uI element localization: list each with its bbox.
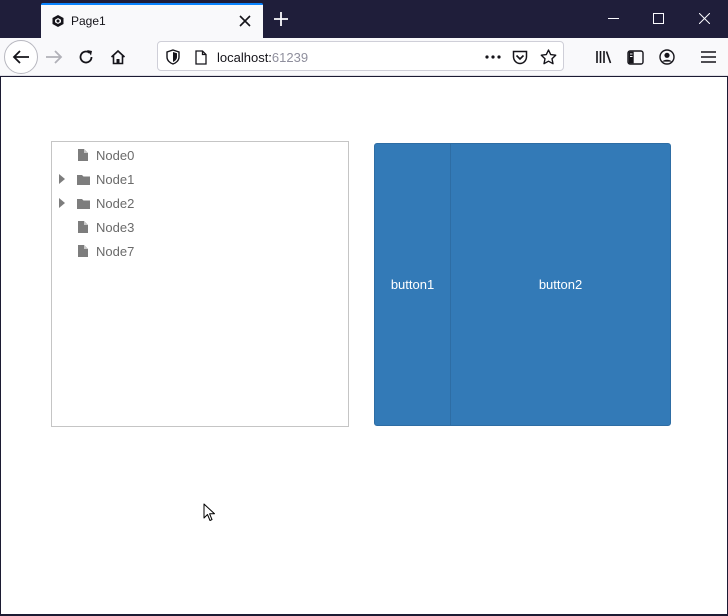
tab-strip: Page1 xyxy=(0,0,728,38)
tree-node-label: Node3 xyxy=(96,219,135,235)
tree-node-label: Node0 xyxy=(96,147,135,163)
button2[interactable]: button2 xyxy=(450,143,671,426)
page-info-icon[interactable] xyxy=(191,47,211,67)
file-icon xyxy=(76,148,90,162)
tracking-protection-shield-icon[interactable] xyxy=(163,47,183,67)
account-icon[interactable] xyxy=(651,41,683,73)
home-icon[interactable] xyxy=(102,41,134,73)
library-icon[interactable] xyxy=(588,41,620,73)
folder-icon xyxy=(76,172,90,186)
tree-view[interactable]: Node0 Node1 Node2 Node3 Node7 xyxy=(51,141,349,427)
tree-node-label: Node2 xyxy=(96,195,135,211)
close-tab-icon[interactable] xyxy=(233,9,257,33)
more-actions-icon[interactable] xyxy=(483,47,503,67)
close-window-icon[interactable] xyxy=(681,0,727,36)
browser-window: Page1 localhost:61239 Node0 Node1 Node2 … xyxy=(0,0,728,616)
address-bar[interactable]: localhost:61239 xyxy=(157,41,564,71)
file-icon xyxy=(76,220,90,234)
expand-arrow-icon[interactable] xyxy=(58,173,68,185)
tree-node-node7[interactable]: Node7 xyxy=(52,239,348,263)
reload-icon[interactable] xyxy=(70,41,102,73)
window-left-edge xyxy=(0,76,1,616)
folder-icon xyxy=(76,196,90,210)
forward-arrow-icon[interactable] xyxy=(38,41,70,73)
page-content: Node0 Node1 Node2 Node3 Node7 button1 bu… xyxy=(1,77,727,614)
app-favicon-icon xyxy=(52,15,64,27)
back-arrow-icon[interactable] xyxy=(4,40,38,74)
mouse-cursor-icon xyxy=(203,503,215,521)
tab-title: Page1 xyxy=(71,14,106,28)
new-tab-icon[interactable] xyxy=(268,6,294,32)
url-text: localhost:61239 xyxy=(217,50,308,65)
maximize-icon[interactable] xyxy=(635,0,681,36)
tree-node-node0[interactable]: Node0 xyxy=(52,143,348,167)
tree-node-node1[interactable]: Node1 xyxy=(52,167,348,191)
tree-node-label: Node7 xyxy=(96,243,135,259)
navigation-toolbar: localhost:61239 xyxy=(0,38,728,76)
tab-page1[interactable]: Page1 xyxy=(41,3,263,38)
pocket-icon[interactable] xyxy=(510,47,530,67)
button1[interactable]: button1 xyxy=(374,143,451,426)
bookmark-star-icon[interactable] xyxy=(538,47,558,67)
menu-hamburger-icon[interactable] xyxy=(692,41,724,73)
file-icon xyxy=(76,244,90,258)
tree-node-node3[interactable]: Node3 xyxy=(52,215,348,239)
tree-node-label: Node1 xyxy=(96,171,135,187)
expand-arrow-icon[interactable] xyxy=(58,197,68,209)
sidebar-icon[interactable] xyxy=(619,41,651,73)
tree-node-node2[interactable]: Node2 xyxy=(52,191,348,215)
minimize-icon[interactable] xyxy=(590,0,636,36)
url-host: localhost: xyxy=(217,50,272,65)
url-port: 61239 xyxy=(271,50,309,65)
